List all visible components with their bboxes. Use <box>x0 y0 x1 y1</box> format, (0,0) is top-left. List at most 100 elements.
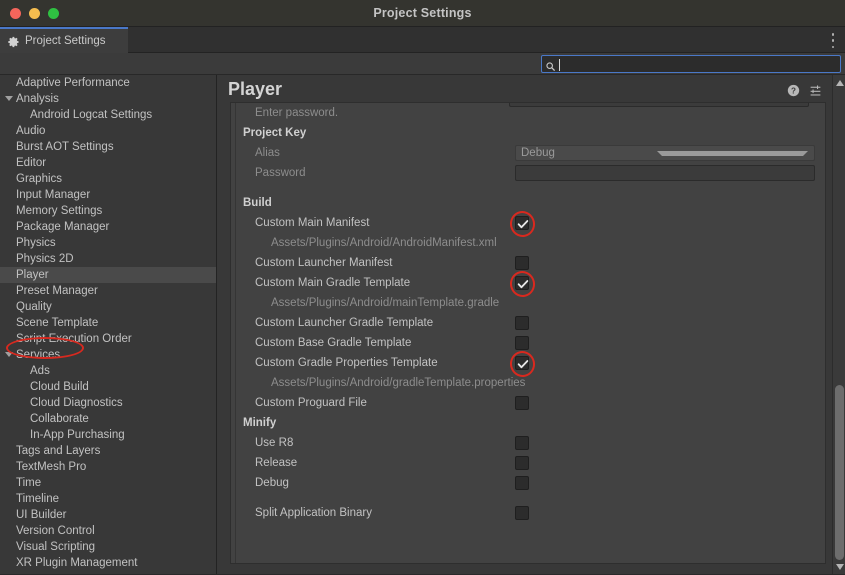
sidebar-item-graphics[interactable]: Graphics <box>0 171 216 187</box>
password-field[interactable] <box>515 165 815 181</box>
chevron-down-icon[interactable] <box>5 352 13 357</box>
sidebar-item-label: Preset Manager <box>16 285 98 297</box>
search-field-wrapper[interactable] <box>541 55 841 73</box>
settings-row-checkbox[interactable]: Custom Main Gradle Template <box>237 268 825 300</box>
row-label: Custom Base Gradle Template <box>255 337 412 349</box>
alias-dropdown[interactable]: Debug <box>515 145 815 161</box>
chevron-down-icon[interactable] <box>5 96 13 101</box>
sidebar-item-label: Script Execution Order <box>16 333 132 345</box>
sidebar-item-label: Services <box>16 349 61 361</box>
sidebar-item-package-manager[interactable]: Package Manager <box>0 219 216 235</box>
sidebar-item-cloud-diagnostics[interactable]: Cloud Diagnostics <box>0 395 216 411</box>
tab-overflow-menu-icon[interactable] <box>831 33 835 48</box>
vertical-scrollbar[interactable] <box>832 75 845 575</box>
sidebar-item-cloud-build[interactable]: Cloud Build <box>0 379 216 395</box>
settings-row-checkbox[interactable]: Custom Launcher Gradle Template <box>237 313 825 333</box>
sidebar-item-ui-builder[interactable]: UI Builder <box>0 507 216 523</box>
checkbox[interactable] <box>515 456 529 470</box>
sidebar-item-label: Time <box>16 477 42 489</box>
sidebar-item-audio[interactable]: Audio <box>0 123 216 139</box>
settings-row[interactable]: Alias Debug <box>237 143 825 163</box>
sidebar-item-analysis[interactable]: Analysis <box>0 91 216 107</box>
settings-row-checkbox[interactable]: Debug <box>237 473 825 493</box>
row-label: Custom Main Gradle Template <box>255 277 411 289</box>
sidebar-item-textmesh-pro[interactable]: TextMesh Pro <box>0 459 216 475</box>
sidebar-item-label: Cloud Build <box>30 381 89 393</box>
help-icon[interactable]: ? <box>787 84 800 97</box>
settings-row-checkbox[interactable]: Use R8 <box>237 433 825 453</box>
sidebar-item-label: In-App Purchasing <box>30 429 125 441</box>
settings-row-checkbox[interactable]: Custom Main Manifest <box>237 208 825 240</box>
sidebar-item-label: Physics 2D <box>16 253 74 265</box>
scrollbar-thumb[interactable] <box>835 385 844 560</box>
sidebar-item-tags-and-layers[interactable]: Tags and Layers <box>0 443 216 459</box>
checkbox[interactable] <box>515 506 529 520</box>
preset-icon[interactable] <box>809 84 822 97</box>
settings-row: Enter password. <box>237 103 825 123</box>
sidebar-item-quality[interactable]: Quality <box>0 299 216 315</box>
settings-row-checkbox[interactable]: Custom Launcher Manifest <box>237 253 825 273</box>
sidebar-item-label: UI Builder <box>16 509 67 521</box>
sidebar-item-version-control[interactable]: Version Control <box>0 523 216 539</box>
settings-row-checkbox[interactable]: Custom Proguard File <box>237 393 825 413</box>
sidebar-item-physics-2d[interactable]: Physics 2D <box>0 251 216 267</box>
checkbox[interactable] <box>515 336 529 350</box>
row-label: Password <box>255 167 306 179</box>
sidebar-item-input-manager[interactable]: Input Manager <box>0 187 216 203</box>
triangle-down-icon[interactable] <box>836 564 844 570</box>
sidebar-item-services[interactable]: Services <box>0 347 216 363</box>
settings-category-list[interactable]: Adaptive Performance Analysis Android Logc… <box>0 75 217 575</box>
settings-row-checkbox[interactable]: Split Application Binary <box>237 503 825 523</box>
sidebar-item-label: Package Manager <box>16 221 110 233</box>
sidebar-item-visual-scripting[interactable]: Visual Scripting <box>0 539 216 555</box>
sidebar-item-label: Analysis <box>16 93 59 105</box>
sidebar-item-label: Player <box>16 269 49 281</box>
sidebar-item-label: Version Control <box>16 525 95 537</box>
sidebar-item-xr-plugin-management[interactable]: XR Plugin Management <box>0 555 216 571</box>
sidebar-item-scene-template[interactable]: Scene Template <box>0 315 216 331</box>
search-bar <box>0 53 845 75</box>
checkbox[interactable] <box>515 276 529 290</box>
sidebar-item-burst-aot-settings[interactable]: Burst AOT Settings <box>0 139 216 155</box>
tab-project-settings[interactable]: Project Settings <box>0 27 128 53</box>
svg-text:?: ? <box>791 86 796 95</box>
sidebar-item-timeline[interactable]: Timeline <box>0 491 216 507</box>
section-header-row: Build <box>237 193 825 213</box>
sidebar-item-label: Tags and Layers <box>16 445 101 457</box>
sidebar-item-preset-manager[interactable]: Preset Manager <box>0 283 216 299</box>
settings-row-checkbox[interactable]: Custom Gradle Properties Template <box>237 348 825 380</box>
settings-row-checkbox[interactable]: Custom Base Gradle Template <box>237 333 825 353</box>
sidebar-item-adaptive-performance[interactable]: Adaptive Performance <box>0 75 216 91</box>
sidebar-item-label: Editor <box>16 157 47 169</box>
checkbox[interactable] <box>515 396 529 410</box>
row-label: Assets/Plugins/Android/gradleTemplate.pr… <box>271 377 526 389</box>
triangle-up-icon[interactable] <box>836 80 844 86</box>
checkbox[interactable] <box>515 316 529 330</box>
sidebar-item-android-logcat-settings[interactable]: Android Logcat Settings <box>0 107 216 123</box>
settings-row[interactable]: Password <box>237 163 825 183</box>
sidebar-item-physics[interactable]: Physics <box>0 235 216 251</box>
checkbox[interactable] <box>515 476 529 490</box>
checkbox[interactable] <box>515 436 529 450</box>
sidebar-item-script-execution-order[interactable]: Script Execution Order <box>0 331 216 347</box>
search-input[interactable] <box>556 56 840 72</box>
inspector-body: Enter password. Project Key Alias Debug Pass… <box>230 102 826 564</box>
text-cursor <box>559 59 560 71</box>
row-label: Custom Proguard File <box>255 397 367 409</box>
sidebar-item-memory-settings[interactable]: Memory Settings <box>0 203 216 219</box>
sidebar-item-editor[interactable]: Editor <box>0 155 216 171</box>
sidebar-item-player[interactable]: Player <box>0 267 216 283</box>
sidebar-item-ads[interactable]: Ads <box>0 363 216 379</box>
sidebar-item-label: Visual Scripting <box>16 541 96 553</box>
section-header-label: Build <box>243 197 272 209</box>
checkbox[interactable] <box>515 356 529 370</box>
sidebar-item-label: Memory Settings <box>16 205 103 217</box>
checkbox[interactable] <box>515 216 529 230</box>
sidebar-item-in-app-purchasing[interactable]: In-App Purchasing <box>0 427 216 443</box>
settings-row-checkbox[interactable]: Release <box>237 453 825 473</box>
row-label: Alias <box>255 147 280 159</box>
sidebar-item-time[interactable]: Time <box>0 475 216 491</box>
sidebar-item-collaborate[interactable]: Collaborate <box>0 411 216 427</box>
dropdown-value: Debug <box>521 147 555 159</box>
checkbox[interactable] <box>515 256 529 270</box>
